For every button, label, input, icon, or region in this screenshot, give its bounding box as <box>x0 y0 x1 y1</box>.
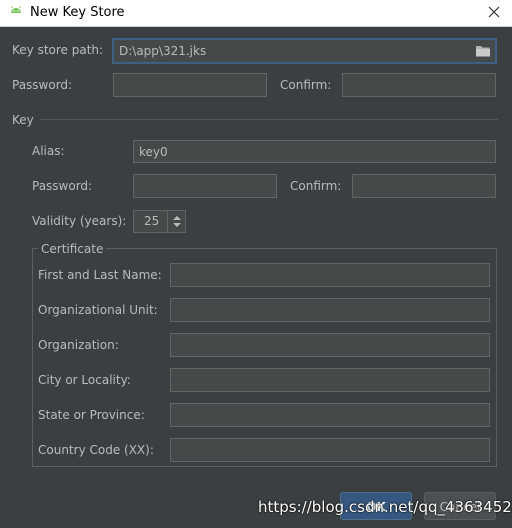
key-section-label: Key <box>12 113 34 127</box>
country-code-label: Country Code (XX): <box>38 443 154 457</box>
key-section-divider <box>40 119 498 120</box>
organization-field[interactable] <box>170 333 490 357</box>
folder-icon[interactable] <box>475 44 491 58</box>
alias-field[interactable] <box>133 140 496 163</box>
state-province-field[interactable] <box>170 403 490 427</box>
country-code-field[interactable] <box>170 438 490 462</box>
key-store-password-field[interactable] <box>113 73 267 97</box>
spinner-arrows-icon[interactable] <box>167 211 186 232</box>
first-last-name-field[interactable] <box>170 263 490 287</box>
watermark-text: https://blog.csdn.net/qq_43634522 <box>258 498 512 516</box>
key-store-path-field[interactable] <box>112 38 497 64</box>
state-province-label: State or Province: <box>38 408 145 422</box>
key-confirm-field[interactable] <box>352 174 496 198</box>
window-title: New Key Store <box>30 5 125 20</box>
organizational-unit-label: Organizational Unit: <box>38 303 158 317</box>
key-password-label: Password: <box>32 179 93 193</box>
organization-label: Organization: <box>38 338 119 352</box>
validity-value[interactable]: 25 <box>144 214 159 228</box>
key-store-password-label: Password: <box>12 78 73 92</box>
key-password-field[interactable] <box>133 174 277 198</box>
close-icon[interactable] <box>486 4 502 20</box>
key-confirm-label: Confirm: <box>290 179 342 193</box>
android-icon <box>11 6 21 13</box>
title-bar: New Key Store <box>0 0 512 27</box>
certificate-section-label: Certificate <box>38 242 107 256</box>
alias-label: Alias: <box>32 144 65 158</box>
validity-label: Validity (years): <box>32 214 127 228</box>
city-locality-field[interactable] <box>170 368 490 392</box>
key-store-path-label: Key store path: <box>12 43 104 57</box>
first-last-name-label: First and Last Name: <box>38 268 162 282</box>
city-locality-label: City or Locality: <box>38 373 131 387</box>
validity-spinner[interactable]: 25 <box>133 210 186 233</box>
key-store-confirm-field[interactable] <box>342 73 496 97</box>
organizational-unit-field[interactable] <box>170 298 490 322</box>
key-store-confirm-label: Confirm: <box>280 78 332 92</box>
